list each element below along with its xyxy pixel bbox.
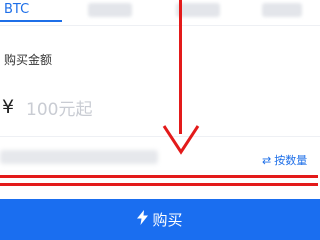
tab-blurred[interactable] bbox=[88, 3, 132, 17]
buy-button-label: 购买 bbox=[152, 211, 183, 229]
annotation-arrow-shaft bbox=[179, 0, 182, 134]
annotation-arrowhead-icon bbox=[162, 125, 200, 155]
buy-crypto-page: BTC 购买金额 ¥ ⇄按数量 购买 bbox=[0, 0, 320, 240]
lightning-bolt-icon bbox=[137, 210, 149, 229]
tabs-divider bbox=[0, 25, 320, 26]
amount-label: 购买金额 bbox=[4, 53, 53, 67]
swap-arrows-icon: ⇄ bbox=[262, 154, 272, 167]
amount-input-row: ¥ bbox=[0, 92, 320, 137]
amount-input[interactable] bbox=[26, 96, 166, 124]
switch-to-quantity-link[interactable]: ⇄ 按数量 bbox=[262, 152, 307, 168]
amount-input-underline bbox=[0, 136, 320, 137]
tab-blurred[interactable] bbox=[262, 3, 302, 17]
blurred-info-text bbox=[0, 150, 158, 164]
switch-mode-label: 按数量 bbox=[274, 154, 308, 167]
coin-tabs: BTC bbox=[0, 0, 320, 26]
tab-blurred[interactable] bbox=[176, 3, 220, 17]
active-tab-indicator bbox=[0, 20, 62, 22]
currency-symbol: ¥ bbox=[2, 96, 15, 118]
annotation-highlight-box bbox=[0, 175, 318, 186]
buy-button[interactable]: 购买 bbox=[0, 199, 320, 240]
tab-btc[interactable]: BTC bbox=[0, 0, 44, 22]
